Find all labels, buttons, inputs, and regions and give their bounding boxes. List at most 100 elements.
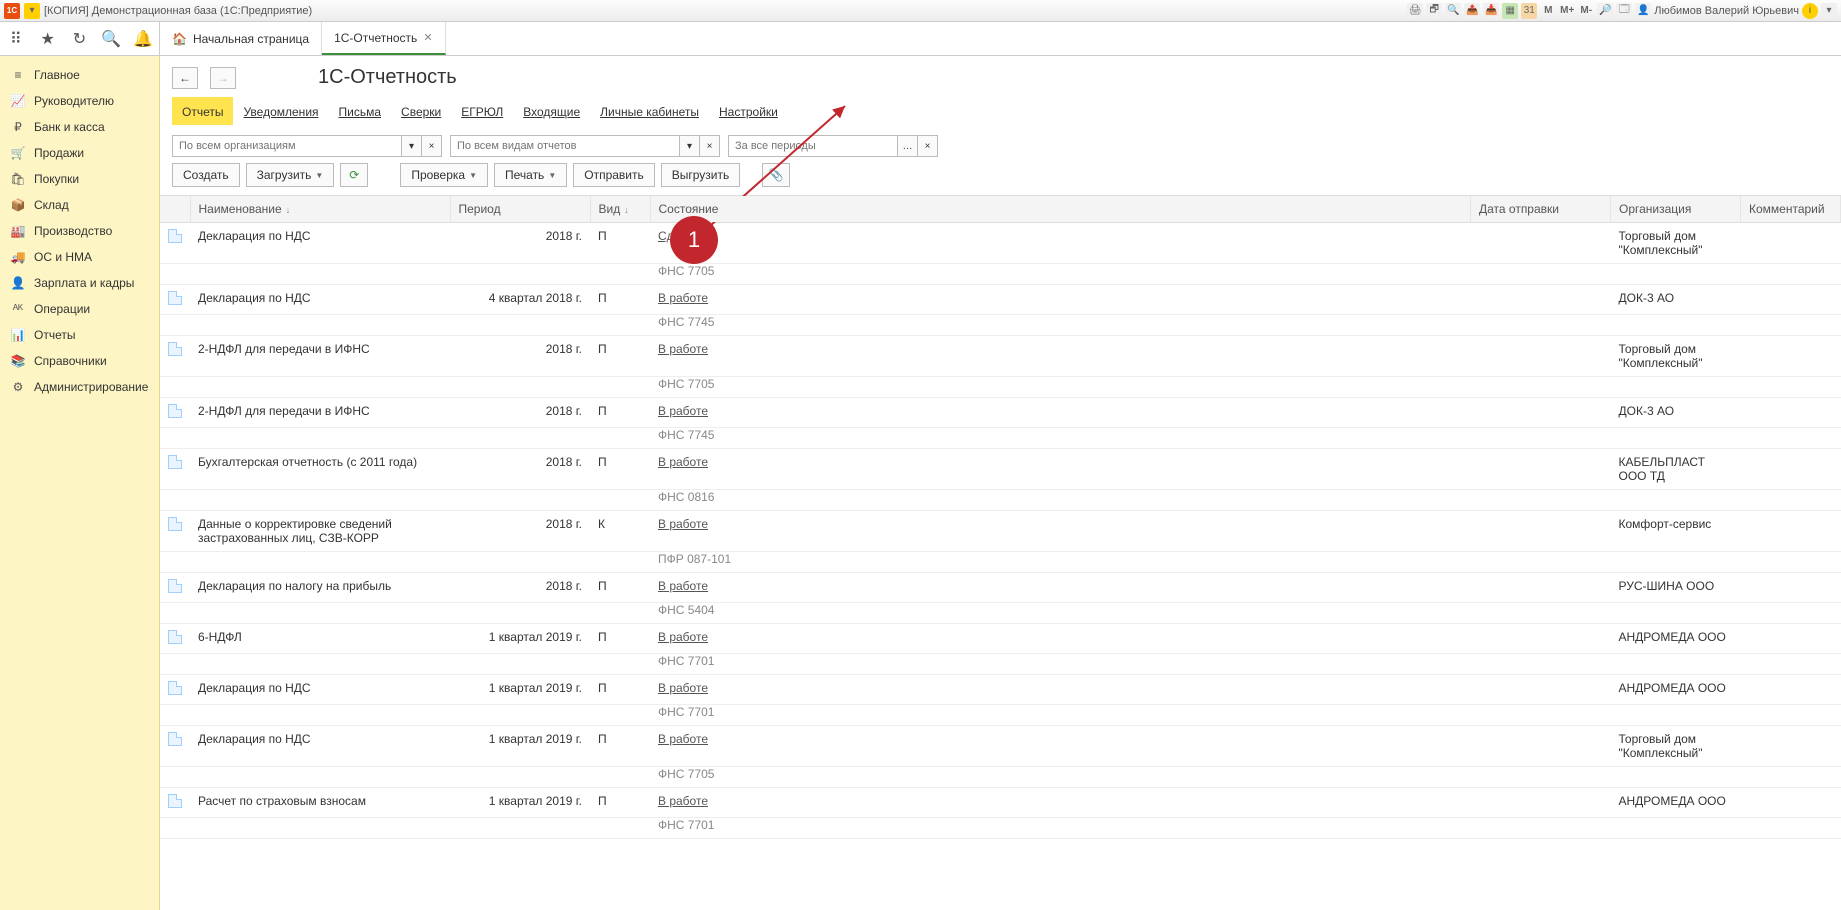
dropdown-icon[interactable]: ▾ — [24, 3, 40, 19]
sidebar-item-5[interactable]: 📦Склад — [0, 192, 159, 218]
tb-zoom-icon[interactable]: 🔎 — [1597, 3, 1613, 19]
sidebar-item-2[interactable]: ₽Банк и касса — [0, 114, 159, 140]
cell-state[interactable]: В работе — [658, 681, 708, 695]
load-button[interactable]: Загрузить▼ — [246, 163, 335, 187]
tb-window-icon[interactable]: 🗔 — [1616, 3, 1632, 19]
sidebar-item-1[interactable]: 📈Руководителю — [0, 88, 159, 114]
tb-icon-5[interactable]: 📥 — [1483, 3, 1499, 19]
tb-m-plus[interactable]: M+ — [1559, 3, 1575, 19]
sidebar-item-12[interactable]: ⚙Администрирование — [0, 374, 159, 400]
nav-back-button[interactable]: ← — [172, 67, 198, 89]
subtab-Входящие[interactable]: Входящие — [513, 97, 590, 125]
tb-icon-calc[interactable]: ▦ — [1502, 3, 1518, 19]
filter-kind[interactable] — [450, 135, 680, 157]
tab-close-icon[interactable]: ✕ — [423, 31, 432, 44]
cell-state[interactable]: В работе — [658, 455, 708, 469]
table-row[interactable]: Данные о корректировке сведений застрахо… — [160, 511, 1841, 552]
tab-home[interactable]: 🏠 Начальная страница — [160, 22, 322, 55]
sidebar-icon: ≡ — [10, 68, 26, 82]
table-row[interactable]: 2-НДФЛ для передачи в ИФНС2018 г.ПВ рабо… — [160, 336, 1841, 377]
cell-state[interactable]: Сдано — [658, 229, 694, 243]
table-row[interactable]: 2-НДФЛ для передачи в ИФНС2018 г.ПВ рабо… — [160, 398, 1841, 428]
print-button[interactable]: Печать▼ — [494, 163, 567, 187]
sidebar-item-6[interactable]: 🏭Производство — [0, 218, 159, 244]
subtab-Настройки[interactable]: Настройки — [709, 97, 788, 125]
search-icon[interactable]: 🔍 — [99, 27, 123, 51]
cell-state[interactable]: В работе — [658, 630, 708, 644]
cell-state[interactable]: В работе — [658, 794, 708, 808]
subtab-ЕГРЮЛ[interactable]: ЕГРЮЛ — [451, 97, 513, 125]
subtab-Уведомления[interactable]: Уведомления — [233, 97, 328, 125]
filter-period-dd[interactable]: … — [898, 135, 918, 157]
col-comment[interactable]: Комментарий — [1741, 196, 1841, 223]
subtab-Личные кабинеты[interactable]: Личные кабинеты — [590, 97, 709, 125]
table-row[interactable]: Декларация по налогу на прибыль2018 г.ПВ… — [160, 573, 1841, 603]
col-sent[interactable]: Дата отправки — [1471, 196, 1611, 223]
document-icon — [168, 404, 182, 418]
filter-kind-clear[interactable]: × — [700, 135, 720, 157]
sidebar-item-label: Банк и касса — [34, 120, 105, 134]
tb-icon-3[interactable]: 🔍 — [1445, 3, 1461, 19]
tb-m[interactable]: M — [1540, 3, 1556, 19]
tb-menu-icon[interactable]: ▾ — [1821, 3, 1837, 19]
export-button[interactable]: Выгрузить — [661, 163, 741, 187]
table-row[interactable]: Декларация по НДС1 квартал 2019 г.ПВ раб… — [160, 675, 1841, 705]
apps-icon[interactable]: ⠿ — [4, 27, 28, 51]
sidebar-item-label: ОС и НМА — [34, 250, 92, 264]
table-row[interactable]: 6-НДФЛ1 квартал 2019 г.ПВ работеАНДРОМЕД… — [160, 624, 1841, 654]
star-icon[interactable]: ★ — [36, 27, 60, 51]
user-name[interactable]: Любимов Валерий Юрьевич — [1654, 5, 1799, 17]
col-kind[interactable]: Вид↓ — [590, 196, 650, 223]
cell-state[interactable]: В работе — [658, 517, 708, 531]
sidebar-item-11[interactable]: 📚Справочники — [0, 348, 159, 374]
filter-org[interactable] — [172, 135, 402, 157]
table-row[interactable]: Бухгалтерская отчетность (с 2011 года)20… — [160, 449, 1841, 490]
cell-state[interactable]: В работе — [658, 732, 708, 746]
subtab-Сверки[interactable]: Сверки — [391, 97, 451, 125]
cell-state[interactable]: В работе — [658, 579, 708, 593]
tb-m-minus[interactable]: M- — [1578, 3, 1594, 19]
bell-icon[interactable]: 🔔 — [131, 27, 155, 51]
tab-reporting[interactable]: 1С-Отчетность ✕ — [322, 22, 445, 55]
home-icon: 🏠 — [172, 32, 187, 46]
sidebar-item-10[interactable]: 📊Отчеты — [0, 322, 159, 348]
attach-button[interactable]: 📎 — [762, 163, 790, 187]
sidebar-item-9[interactable]: ᴬᴷОперации — [0, 296, 159, 322]
col-org[interactable]: Организация — [1611, 196, 1741, 223]
filter-kind-dd[interactable]: ▾ — [680, 135, 700, 157]
filter-period[interactable] — [728, 135, 898, 157]
check-button[interactable]: Проверка▼ — [400, 163, 488, 187]
col-state[interactable]: Состояние — [650, 196, 1471, 223]
tb-info-icon[interactable]: i — [1802, 3, 1818, 19]
col-period[interactable]: Период — [450, 196, 590, 223]
sidebar-item-3[interactable]: 🛒Продажи — [0, 140, 159, 166]
subtab-Отчеты[interactable]: Отчеты — [172, 97, 233, 125]
filter-org-dd[interactable]: ▾ — [402, 135, 422, 157]
send-button[interactable]: Отправить — [573, 163, 655, 187]
col-name[interactable]: Наименование↓ — [190, 196, 450, 223]
col-icon[interactable] — [160, 196, 190, 223]
history-icon[interactable]: ↻ — [67, 27, 91, 51]
tb-icon-1[interactable]: 🖨 — [1407, 3, 1423, 19]
filter-period-clear[interactable]: × — [918, 135, 938, 157]
filter-org-clear[interactable]: × — [422, 135, 442, 157]
sidebar-item-7[interactable]: 🚚ОС и НМА — [0, 244, 159, 270]
table-row[interactable]: Расчет по страховым взносам1 квартал 201… — [160, 788, 1841, 818]
sidebar-item-0[interactable]: ≡Главное — [0, 62, 159, 88]
create-button[interactable]: Создать — [172, 163, 240, 187]
table-row-sub: ФНС 7745 — [160, 428, 1841, 449]
table-row[interactable]: Декларация по НДС1 квартал 2019 г.ПВ раб… — [160, 726, 1841, 767]
cell-state[interactable]: В работе — [658, 291, 708, 305]
titlebar: 1C ▾ [КОПИЯ] Демонстрационная база (1С:П… — [0, 0, 1841, 22]
subtab-Письма[interactable]: Письма — [329, 97, 392, 125]
table-row[interactable]: Декларация по НДС2018 г.ПСданоТорговый д… — [160, 223, 1841, 264]
sidebar-item-8[interactable]: 👤Зарплата и кадры — [0, 270, 159, 296]
cell-state[interactable]: В работе — [658, 404, 708, 418]
cell-state[interactable]: В работе — [658, 342, 708, 356]
refresh-button[interactable]: ⟳ — [340, 163, 368, 187]
table-row[interactable]: Декларация по НДС4 квартал 2018 г.ПВ раб… — [160, 285, 1841, 315]
tb-icon-4[interactable]: 📤 — [1464, 3, 1480, 19]
sidebar-item-4[interactable]: 🛍Покупки — [0, 166, 159, 192]
tb-icon-2[interactable]: 🗗 — [1426, 3, 1442, 19]
tb-icon-cal[interactable]: 31 — [1521, 3, 1537, 19]
